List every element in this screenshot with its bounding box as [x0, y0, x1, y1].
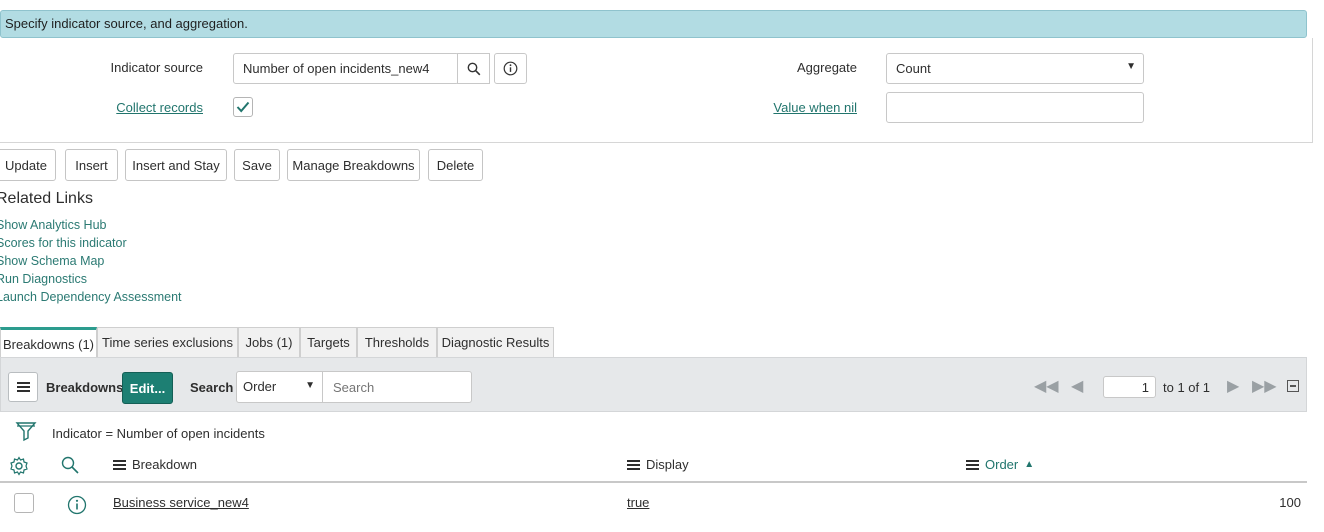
page-range-text: to 1 of 1	[1163, 380, 1210, 395]
row-order-value: 100	[1279, 495, 1301, 510]
aggregate-value: Count	[896, 61, 931, 76]
column-label-order: Order	[985, 457, 1019, 472]
sort-ascending-icon: ▲	[1024, 459, 1035, 470]
related-link-run-diagnostics[interactable]: Run Diagnostics	[0, 272, 87, 286]
insert-button[interactable]: Insert	[65, 149, 118, 181]
column-header-breakdown[interactable]: Breakdown	[113, 457, 197, 472]
column-search-icon[interactable]	[61, 456, 79, 477]
last-page-icon[interactable]: ▶▶	[1252, 376, 1277, 396]
collect-records-checkbox[interactable]	[233, 97, 253, 117]
row-display-value[interactable]: true	[627, 495, 649, 510]
search-field-select[interactable]: Order ▼	[236, 371, 323, 403]
list-toolbar: Breakdowns Edit... Search Order ▼ ◀◀ ◀ 1…	[0, 357, 1307, 412]
value-when-nil-label[interactable]: Value when nil	[760, 100, 857, 115]
row-select-checkbox[interactable]	[14, 493, 34, 513]
next-page-icon[interactable]: ▶	[1227, 376, 1239, 396]
column-label-breakdown: Breakdown	[132, 457, 198, 472]
check-icon	[236, 101, 250, 113]
dropdown-arrow-icon: ▼	[305, 380, 315, 391]
column-menu-icon[interactable]	[113, 458, 126, 472]
related-link-schema-map[interactable]: Show Schema Map	[0, 254, 104, 268]
row-breakdown-link[interactable]: Business service_new4	[113, 495, 249, 510]
first-page-icon[interactable]: ◀◀	[1034, 376, 1059, 396]
column-menu-icon[interactable]	[627, 458, 640, 472]
previous-page-icon[interactable]: ◀	[1071, 376, 1083, 396]
column-menu-icon[interactable]	[966, 458, 979, 472]
dropdown-arrow-icon: ▼	[1126, 61, 1136, 72]
tab-thresholds[interactable]: Thresholds	[357, 327, 437, 358]
row-info-icon[interactable]	[67, 495, 87, 518]
column-label-display: Display	[646, 457, 689, 472]
aggregate-label: Aggregate	[797, 60, 857, 75]
collapse-icon[interactable]	[1287, 380, 1299, 392]
gear-icon[interactable]	[9, 456, 29, 479]
list-menu-button[interactable]	[8, 372, 38, 402]
insert-and-stay-button[interactable]: Insert and Stay	[125, 149, 227, 181]
update-button[interactable]: Update	[0, 149, 56, 181]
tab-time-series-exclusions[interactable]: Time series exclusions	[97, 327, 238, 358]
related-link-dependency-assessment[interactable]: Launch Dependency Assessment	[0, 290, 182, 304]
search-field-value: Order	[243, 379, 277, 394]
column-header-display[interactable]: Display	[627, 457, 689, 472]
list-title: Breakdowns	[46, 380, 124, 395]
info-button[interactable]	[494, 53, 527, 84]
save-button[interactable]: Save	[234, 149, 280, 181]
value-when-nil-field[interactable]	[886, 92, 1144, 123]
edit-button[interactable]: Edit...	[122, 372, 173, 404]
indicator-source-field[interactable]: Number of open incidents_new4	[233, 53, 459, 84]
tab-jobs[interactable]: Jobs (1)	[238, 327, 300, 358]
tab-targets[interactable]: Targets	[300, 327, 357, 358]
collect-records-label[interactable]: Collect records	[100, 100, 203, 115]
column-header-order[interactable]: Order ▲	[966, 457, 1034, 472]
filter-icon[interactable]	[15, 420, 37, 445]
related-links-title: Related Links	[0, 190, 93, 207]
info-icon	[503, 61, 518, 76]
indicator-source-label: Indicator source	[110, 60, 204, 75]
related-link-scores[interactable]: Scores for this indicator	[0, 236, 127, 250]
search-label: Search	[190, 380, 234, 395]
hamburger-icon	[16, 380, 30, 394]
list-search-input[interactable]	[322, 371, 472, 403]
page-number-input[interactable]: 1	[1103, 376, 1156, 398]
banner-text: Specify indicator source, and aggregatio…	[5, 16, 248, 31]
info-banner: Specify indicator source, and aggregatio…	[0, 10, 1307, 38]
lookup-button[interactable]	[457, 53, 490, 84]
search-icon	[467, 62, 480, 75]
tab-breakdowns[interactable]: Breakdowns (1)	[0, 327, 97, 358]
filter-breadcrumb[interactable]: Indicator = Number of open incidents	[52, 426, 265, 441]
related-link-analytics-hub[interactable]: Show Analytics Hub	[0, 218, 106, 232]
manage-breakdowns-button[interactable]: Manage Breakdowns	[287, 149, 420, 181]
delete-button[interactable]: Delete	[428, 149, 483, 181]
aggregate-select[interactable]: Count ▼	[886, 53, 1144, 84]
header-divider	[0, 481, 1307, 483]
tab-diagnostic-results[interactable]: Diagnostic Results	[437, 327, 554, 358]
